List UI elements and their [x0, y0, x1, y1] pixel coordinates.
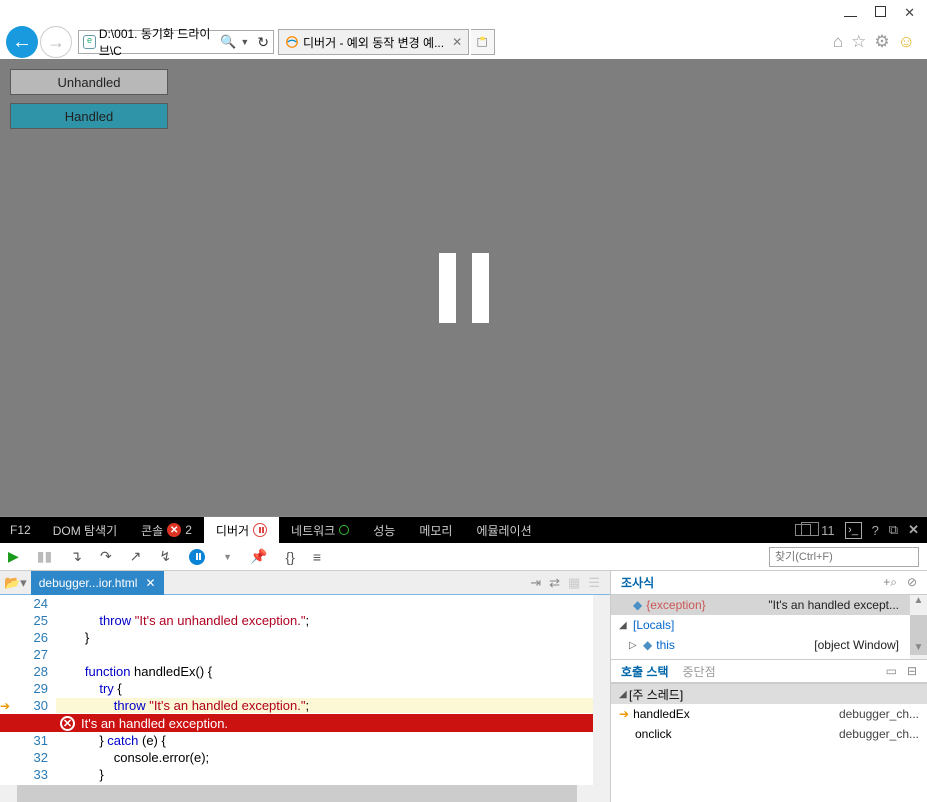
break-on-exception-button[interactable] [189, 549, 205, 565]
address-text: D:\001. 동기화 드라이브\C [99, 25, 220, 59]
source-pane: 📂▾ debugger...ior.html✕ ⇥ ⇄ ▦ ☰ 24 25 th… [0, 571, 610, 802]
word-wrap-button[interactable]: ≡ [313, 549, 321, 565]
new-tab-button[interactable] [471, 29, 495, 55]
step-out-button[interactable]: ↗ [130, 548, 142, 565]
close-button[interactable]: ✕ [904, 5, 915, 21]
add-watch-icon[interactable]: +⌕ [883, 575, 897, 590]
search-icon[interactable]: 🔍 [220, 34, 236, 50]
dropdown-icon[interactable]: ▼ [240, 37, 249, 47]
settings-icon[interactable]: ⚙ [874, 32, 889, 52]
browser-navbar: ← → D:\001. 동기화 드라이브\C 🔍 ▼ ↻ 디버거 - 예외 동작… [0, 25, 927, 59]
watch-body: ◆{exception}"It's an handled except... ◢… [611, 595, 927, 659]
compare-icon[interactable]: ⇄ [549, 575, 560, 591]
tab-performance[interactable]: 성능 [361, 517, 407, 543]
watch-row[interactable]: ◢[Locals] [611, 615, 927, 635]
home-icon[interactable]: ⌂ [833, 32, 843, 52]
devtools-tabs: F12 DOM 탐색기 콘솔✕2 디버거 네트워크 성능 메모리 에뮬레이션 1… [0, 517, 927, 543]
ie-icon [285, 35, 299, 49]
current-line-icon: ➔ [0, 699, 20, 713]
toolbar-icons: ⌂ ☆ ⚙ ☺ [833, 32, 921, 52]
thread-row[interactable]: ◢[주 스레드] [611, 684, 927, 704]
options-icon[interactable]: ☰ [588, 575, 600, 591]
watch-tab[interactable]: 조사식 [621, 574, 654, 591]
debugger-toolbar: ▶ ▮▮ ↴ ↷ ↗ ↯ ▼ 📌 {} ≡ [0, 543, 927, 571]
side-panels: 조사식 +⌕ ⊘ ◆{exception}"It's an handled exc… [610, 571, 927, 802]
devtools-close-icon[interactable]: ✕ [908, 522, 919, 538]
tab-close-icon[interactable]: ✕ [145, 576, 155, 590]
console-toggle-icon[interactable]: ›_ [845, 522, 862, 539]
frames-icon[interactable]: ▭ [886, 664, 897, 678]
window-titlebar: ✕ [0, 0, 927, 25]
map-icon[interactable]: ▦ [568, 575, 580, 591]
vertical-scrollbar[interactable] [593, 595, 610, 785]
callstack-body: ◢[주 스레드] ➔handledExdebugger_ch... onclic… [611, 683, 927, 802]
object-icon: ◆ [633, 598, 642, 612]
tab-network[interactable]: 네트워크 [279, 517, 361, 543]
pause-icon [253, 523, 267, 537]
dropdown-icon[interactable]: ▼ [223, 552, 232, 562]
pause-overlay-icon [439, 253, 489, 323]
tab-title: 디버거 - 예외 동작 변경 예... [303, 34, 444, 51]
file-tab[interactable]: debugger...ior.html✕ [31, 571, 164, 595]
tab-dom[interactable]: DOM 탐색기 [41, 517, 129, 543]
help-icon[interactable]: ? [872, 523, 879, 538]
stack-frame[interactable]: ➔handledExdebugger_ch... [611, 704, 927, 724]
minimize-button[interactable] [844, 5, 857, 20]
tab-debugger[interactable]: 디버거 [204, 517, 279, 543]
object-icon: ◆ [643, 638, 652, 652]
code-editor[interactable]: 24 25 throw "It's an unhandled exception… [0, 595, 593, 785]
undock-icon[interactable]: ⧉ [889, 522, 898, 538]
pin-icon[interactable]: 📌 [250, 548, 267, 565]
tab-console[interactable]: 콘솔✕2 [129, 517, 204, 543]
tab-emulation[interactable]: 에뮬레이션 [464, 517, 543, 543]
open-file-icon[interactable]: 📂▾ [0, 575, 31, 591]
favorites-icon[interactable]: ☆ [851, 32, 866, 52]
watch-row[interactable]: ▷◆this[object Window] [611, 635, 927, 655]
feedback-icon[interactable]: ☺ [898, 32, 915, 52]
callstack-header: 호출 스택 중단점 ▭ ⊟ [611, 659, 927, 683]
unhandled-button[interactable]: Unhandled [10, 69, 168, 95]
address-bar[interactable]: D:\001. 동기화 드라이브\C 🔍 ▼ ↻ [78, 30, 274, 54]
file-tabs: 📂▾ debugger...ior.html✕ ⇥ ⇄ ▦ ☰ [0, 571, 610, 595]
handled-button[interactable]: Handled [10, 103, 168, 129]
refresh-icon[interactable]: ↻ [257, 34, 269, 51]
maximize-button[interactable] [875, 5, 886, 20]
page-viewport: Unhandled Handled [0, 59, 927, 516]
pause-button[interactable]: ▮▮ [37, 548, 52, 565]
browser-tab[interactable]: 디버거 - 예외 동작 변경 예... ✕ [278, 29, 469, 55]
current-frame-icon: ➔ [619, 707, 629, 721]
exception-banner: ✕It's an handled exception. [0, 714, 593, 732]
horizontal-scrollbar[interactable] [0, 785, 610, 802]
step-into-button[interactable]: ↴ [70, 548, 82, 565]
error-icon: ✕ [60, 716, 75, 731]
forward-button[interactable]: → [40, 26, 72, 58]
breakpoints-tab[interactable]: 중단점 [683, 663, 716, 680]
watch-header: 조사식 +⌕ ⊘ [611, 571, 927, 595]
vertical-scrollbar[interactable]: ▲▼ [910, 595, 927, 659]
tab-close-icon[interactable]: ✕ [452, 35, 462, 49]
clear-watch-icon[interactable]: ⊘ [907, 575, 917, 590]
f12-label: F12 [0, 523, 41, 537]
stack-frame[interactable]: onclickdebugger_ch... [611, 724, 927, 744]
step-over-button[interactable]: ↷ [100, 548, 112, 565]
devtools: F12 DOM 탐색기 콘솔✕2 디버거 네트워크 성능 메모리 에뮬레이션 1… [0, 516, 927, 802]
record-icon [339, 525, 349, 535]
format-icon[interactable]: ⇥ [530, 575, 541, 591]
ie-icon [83, 35, 96, 49]
break-button[interactable]: ↯ [159, 548, 171, 565]
back-button[interactable]: ← [6, 26, 38, 58]
find-input[interactable] [769, 547, 919, 567]
count-label: 11 [821, 523, 835, 538]
async-icon[interactable]: ⊟ [907, 664, 917, 678]
watch-row[interactable]: ◆{exception}"It's an handled except... [611, 595, 927, 615]
screens-icon[interactable] [795, 524, 811, 536]
pretty-print-button[interactable]: {} [286, 549, 295, 565]
callstack-tab[interactable]: 호출 스택 [621, 663, 669, 680]
continue-button[interactable]: ▶ [8, 548, 19, 565]
tab-memory[interactable]: 메모리 [407, 517, 464, 543]
error-badge: ✕ [167, 523, 181, 537]
